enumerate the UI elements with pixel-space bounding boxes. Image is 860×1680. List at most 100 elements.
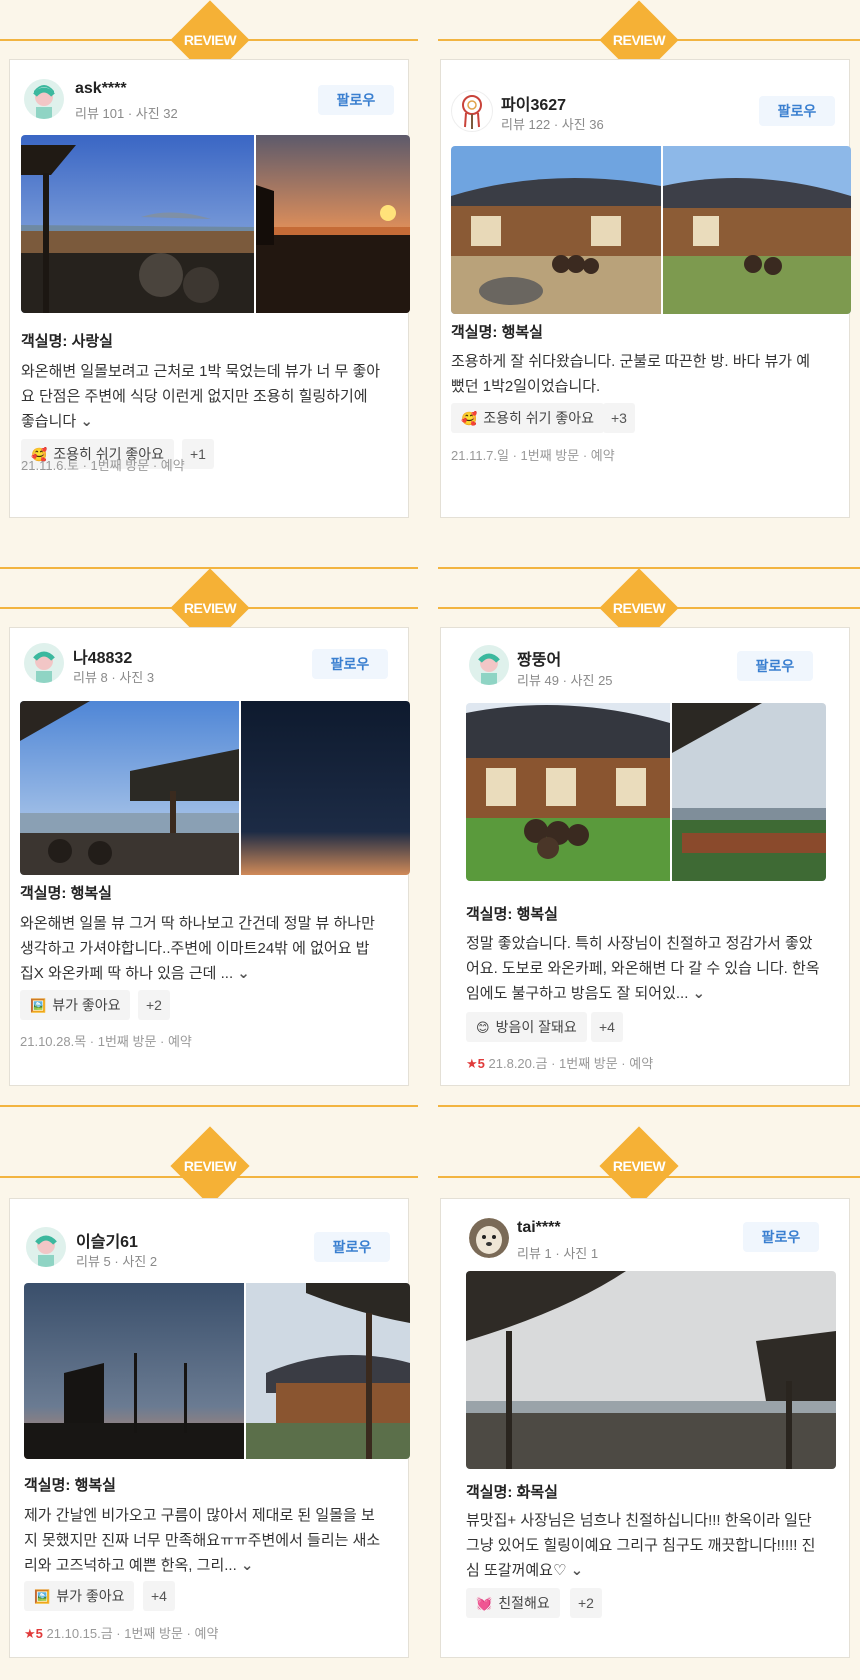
user-avatar[interactable]: [469, 1218, 509, 1258]
review-badge-label: REVIEW: [612, 32, 666, 48]
follow-button[interactable]: 팔로우: [312, 649, 388, 679]
visit-info: 21.10.28.목 · 1번째 방문 · 예약: [20, 1034, 192, 1049]
user-avatar[interactable]: [24, 643, 64, 683]
review-photo[interactable]: [24, 1283, 244, 1459]
star-icon: ★: [24, 1626, 36, 1641]
more-tags-button[interactable]: +3: [603, 403, 635, 433]
user-stats: 리뷰 1 · 사진 1: [517, 1246, 599, 1261]
avatar-icon: [24, 79, 64, 119]
review-text[interactable]: 조용하게 잘 쉬다왔습니다. 군불로 따끈한 방. 바다 뷰가 예뻤던 1박2일…: [451, 349, 816, 399]
review-cell: REVIEW 짱뚱어 리뷰 49 · 사진 25 팔로우 객실명: 행복실 정말…: [430, 560, 860, 1120]
room-name: 객실명: 행복실: [20, 885, 112, 902]
rating-value: 5: [477, 1056, 485, 1071]
review-cell: REVIEW 나48832 리뷰 8 · 사진 3 팔로우 객실명: 행복실 와…: [0, 560, 430, 1120]
review-card: 이슬기61 리뷰 5 · 사진 2 팔로우 객실명: 행복실 제가 간날엔 비가…: [9, 1198, 410, 1658]
keyword-label: 친절해요: [498, 1595, 550, 1611]
more-tags-button[interactable]: +2: [138, 990, 170, 1020]
review-cell: REVIEW 파이3627 리뷰 122 · 사진 36 팔로우 객실명: 행복…: [430, 0, 860, 560]
review-photo[interactable]: [256, 135, 410, 313]
photo-strip[interactable]: [20, 701, 410, 875]
review-photo[interactable]: [451, 146, 661, 314]
review-badge-label: REVIEW: [183, 32, 237, 48]
visit-info: 21.11.6.토 · 1번째 방문 · 예약: [21, 458, 185, 473]
review-photo[interactable]: [466, 1271, 836, 1469]
follow-button[interactable]: 팔로우: [743, 1222, 819, 1252]
review-text-content: 와온해변 일몰 뷰 그거 딱 하나보고 간건데 정말 뷰 하나만 생각하고 가셔…: [20, 915, 375, 982]
review-badge-label: REVIEW: [183, 1158, 237, 1174]
visit-info: 21.11.7.일 · 1번째 방문 · 예약: [451, 448, 615, 463]
user-stats: 리뷰 5 · 사진 2: [76, 1254, 158, 1269]
heart-emoji-icon: 💓: [476, 1596, 493, 1611]
review-text[interactable]: 정말 좋았습니다. 특히 사장님이 친절하고 정감가서 좋았어요. 도보로 와온…: [466, 931, 826, 1006]
chevron-down-icon[interactable]: ⌄: [571, 1562, 584, 1579]
username[interactable]: 이슬기61: [76, 1228, 138, 1252]
username[interactable]: ask****: [75, 80, 127, 98]
more-tags-button[interactable]: +4: [591, 1012, 623, 1042]
review-text[interactable]: 제가 간날엔 비가오고 구름이 많아서 제대로 된 일몰을 보지 못했지만 진짜…: [24, 1503, 386, 1578]
review-card: ask**** 리뷰 101 · 사진 32 팔로우 객실명: 사랑실 와온해변…: [9, 59, 410, 518]
avatar-icon: [26, 1227, 66, 1267]
review-photo[interactable]: [241, 701, 410, 875]
keyword-tag: 😊 방음이 잘돼요: [466, 1012, 587, 1042]
keyword-tag: 🖼️ 뷰가 좋아요: [24, 1581, 135, 1611]
follow-button[interactable]: 팔로우: [737, 651, 813, 681]
photo-strip[interactable]: [466, 1271, 836, 1469]
dreamcatcher-icon: [462, 95, 482, 129]
username[interactable]: 짱뚱어: [517, 646, 561, 670]
star-icon: ★: [466, 1056, 478, 1071]
avatar-icon: [469, 645, 509, 685]
chevron-down-icon[interactable]: ⌄: [237, 965, 250, 982]
review-photo[interactable]: [672, 703, 826, 881]
review-grid: REVIEW ask**** 리뷰 101 · 사진 32 팔로우 객실명: 사…: [0, 0, 860, 1677]
review-text-content: 정말 좋았습니다. 특히 사장님이 친절하고 정감가서 좋았어요. 도보로 와온…: [466, 935, 820, 1002]
username[interactable]: tai****: [517, 1219, 561, 1237]
review-badge-label: REVIEW: [183, 600, 237, 616]
review-photo[interactable]: [663, 146, 851, 314]
review-badge-label: REVIEW: [612, 600, 666, 616]
user-avatar[interactable]: [451, 90, 493, 132]
chevron-down-icon[interactable]: ⌄: [241, 1557, 254, 1574]
keyword-tag: 🥰 조용히 쉬기 좋아요: [451, 403, 605, 433]
user-avatar[interactable]: [469, 645, 509, 685]
chevron-down-icon[interactable]: ⌄: [80, 413, 93, 430]
review-cell: REVIEW ask**** 리뷰 101 · 사진 32 팔로우 객실명: 사…: [0, 0, 430, 560]
user-stats: 리뷰 101 · 사진 32: [75, 106, 178, 121]
review-photo[interactable]: [246, 1283, 410, 1459]
photo-strip[interactable]: [466, 703, 826, 881]
user-stats: 리뷰 122 · 사진 36: [501, 117, 604, 132]
picture-emoji-icon: 🖼️: [34, 1589, 51, 1604]
review-photo[interactable]: [466, 703, 670, 881]
review-text-content: 뷰맛집+ 사장님은 넘흐나 친절하십니다!!! 한옥이라 일단 그냥 있어도 힐…: [466, 1512, 816, 1579]
user-avatar[interactable]: [26, 1227, 66, 1267]
review-card: 파이3627 리뷰 122 · 사진 36 팔로우 객실명: 행복실 조용하게 …: [440, 59, 851, 518]
review-cell: REVIEW 이슬기61 리뷰 5 · 사진 2 팔로우 객실명: 행복실 제가…: [0, 1105, 430, 1680]
review-card: tai**** 리뷰 1 · 사진 1 팔로우 객실명: 화목실 뷰맛집+ 사장…: [440, 1198, 850, 1658]
visit-info-text: 21.10.15.금 · 1번째 방문 · 예약: [46, 1626, 219, 1641]
room-name: 객실명: 화목실: [466, 1484, 558, 1501]
user-stats: 리뷰 49 · 사진 25: [517, 673, 613, 688]
username[interactable]: 나48832: [73, 644, 132, 668]
review-text[interactable]: 와온해변 일몰 뷰 그거 딱 하나보고 간건데 정말 뷰 하나만 생각하고 가셔…: [20, 911, 380, 986]
follow-button[interactable]: 팔로우: [759, 96, 835, 126]
smile-emoji-icon: 🥰: [461, 411, 478, 426]
photo-strip[interactable]: [24, 1283, 410, 1459]
review-text[interactable]: 와온해변 일몰보려고 근처로 1박 묵었는데 뷰가 너 무 좋아요 단점은 주변…: [21, 359, 381, 434]
more-tags-button[interactable]: +4: [143, 1581, 175, 1611]
review-badge-label: REVIEW: [612, 1158, 666, 1174]
dog-avatar-icon: [469, 1218, 509, 1258]
review-photo[interactable]: [20, 701, 239, 875]
review-photo[interactable]: [21, 135, 254, 313]
smile-emoji-icon: 😊: [476, 1020, 490, 1035]
user-avatar[interactable]: [24, 79, 64, 119]
username[interactable]: 파이3627: [501, 91, 566, 115]
review-text[interactable]: 뷰맛집+ 사장님은 넘흐나 친절하십니다!!! 한옥이라 일단 그냥 있어도 힐…: [466, 1508, 816, 1583]
more-tags-button[interactable]: +1: [182, 439, 214, 469]
photo-strip[interactable]: [451, 146, 851, 314]
rating-value: 5: [35, 1626, 43, 1641]
more-tags-button[interactable]: +2: [570, 1588, 602, 1618]
keyword-tag: 🖼️ 뷰가 좋아요: [20, 990, 131, 1020]
chevron-down-icon[interactable]: ⌄: [693, 985, 706, 1002]
follow-button[interactable]: 팔로우: [314, 1232, 390, 1262]
photo-strip[interactable]: [21, 135, 410, 313]
follow-button[interactable]: 팔로우: [318, 85, 394, 115]
